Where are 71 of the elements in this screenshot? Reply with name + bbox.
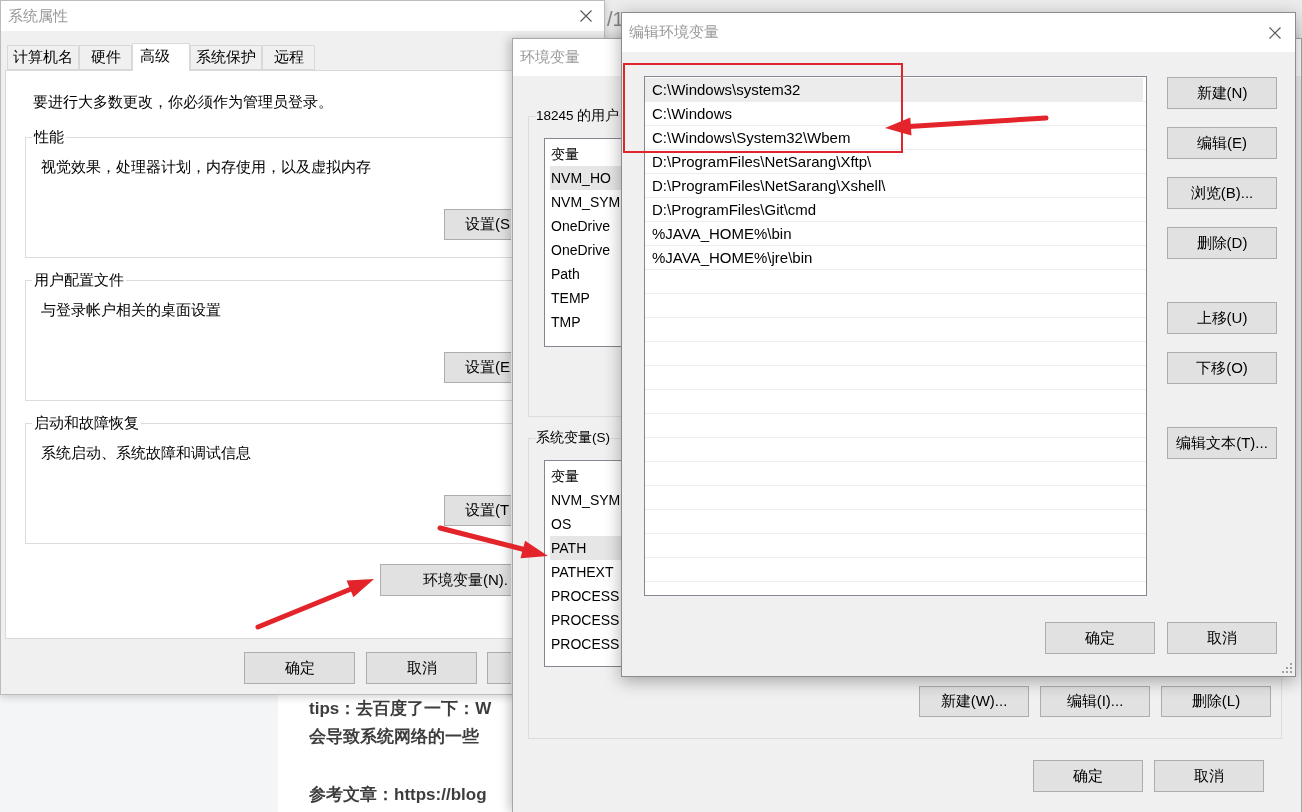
group-title: 性能	[32, 127, 65, 147]
variable-row[interactable]: TEMP	[550, 286, 621, 310]
variable-row[interactable]: NVM_SYM	[550, 488, 621, 512]
path-entry[interactable]: D:\ProgramFiles\NetSarang\Xftp\	[645, 150, 872, 174]
path-entry[interactable]: C:\Windows\system32	[645, 78, 1143, 102]
path-entry[interactable]: %JAVA_HOME%\bin	[645, 222, 792, 246]
variable-row[interactable]: PATH	[550, 536, 621, 560]
dialog-button[interactable]: 取消	[366, 652, 477, 684]
path-entry[interactable]: D:\ProgramFiles\NetSarang\Xshell\	[645, 174, 886, 198]
environment-variables-button[interactable]: 环境变量(N).	[380, 564, 511, 596]
path-list[interactable]: C:\Windows\system32 C:\Windows C:\Windows\System32\Wbem D:\ProgramFiles\NetSarang\Xftp\ D:\ProgramFiles\NetSarang\Xshell\ D:\ProgramFiles\Git\cmd %JAVA_HOME%\bin %JAVA_HOME%\jre\bin	[644, 76, 1147, 596]
article-text: 参考文章：https://blog	[309, 784, 487, 806]
variable-row[interactable]: OneDrive	[550, 214, 621, 238]
group-description: 与登录帐户相关的桌面设置	[41, 300, 221, 320]
variable-row[interactable]: Path	[550, 262, 621, 286]
group-description: 系统启动、系统故障和调试信息	[41, 443, 251, 463]
article-text: tips：去百度了一下：W	[309, 698, 492, 720]
variable-row[interactable]: OneDrive	[550, 238, 621, 262]
notice-text: 要进行大多数更改，你必须作为管理员登录。	[32, 92, 333, 112]
list-action-button[interactable]: 新建(N)	[1167, 77, 1277, 109]
article-text: 会导致系统网络的一些	[309, 726, 479, 748]
variable-list[interactable]: 变量 NVM_SYM OS PATH PATHEXT PROCESS PROCESS PROCESS	[544, 460, 621, 667]
group-title: 启动和故障恢复	[33, 413, 140, 433]
list-action-button[interactable]: 编辑文本(T)...	[1167, 427, 1277, 459]
variable-row[interactable]: PROCESS	[550, 632, 621, 656]
variable-list[interactable]: 变量 NVM_HO NVM_SYM OneDrive OneDrive Path TEMP TMP	[544, 138, 621, 347]
tab[interactable]: 硬件	[79, 45, 132, 70]
settings-button[interactable]: 设置(E	[444, 352, 511, 383]
variable-row[interactable]: PATHEXT	[550, 560, 621, 584]
dialog-button[interactable]: 取消	[1154, 760, 1264, 792]
tab[interactable]: 远程	[262, 45, 315, 70]
window-title: 环境变量	[520, 48, 580, 67]
group-title: 18245 的用户	[536, 107, 620, 125]
path-entry[interactable]: D:\ProgramFiles\Git\cmd	[645, 198, 817, 222]
column-header[interactable]: 变量	[550, 464, 621, 488]
group-title: 用户配置文件	[33, 270, 125, 290]
variable-row[interactable]: NVM_HO	[550, 166, 621, 190]
variable-row[interactable]: PROCESS	[550, 584, 621, 608]
group-title: 系统变量(S)	[536, 429, 610, 447]
path-entry[interactable]: C:\Windows\System32\Wbem	[645, 126, 851, 150]
settings-button[interactable]: 设置(S	[444, 209, 511, 240]
path-entry[interactable]: C:\Windows	[645, 102, 733, 126]
close-icon[interactable]	[580, 10, 592, 22]
variable-row[interactable]: NVM_SYM	[550, 190, 621, 214]
list-action-button[interactable]: 浏览(B)...	[1167, 177, 1277, 209]
list-action-button[interactable]: 删除(D)	[1167, 227, 1277, 259]
variable-action-button[interactable]: 编辑(I)...	[1040, 686, 1150, 717]
list-action-button[interactable]: 上移(U)	[1167, 302, 1277, 334]
group-description: 视觉效果，处理器计划，内存使用，以及虚拟内存	[41, 157, 371, 177]
settings-button[interactable]: 设置(T	[444, 495, 511, 526]
tab[interactable]: 计算机名	[7, 45, 79, 70]
column-header[interactable]: 变量	[550, 142, 621, 166]
variable-action-button[interactable]: 删除(L)	[1161, 686, 1271, 717]
variable-row[interactable]: OS	[550, 512, 621, 536]
path-entry[interactable]: %JAVA_HOME%\jre\bin	[645, 246, 813, 270]
window-title: 编辑环境变量	[629, 23, 719, 42]
variable-row[interactable]: TMP	[550, 310, 621, 334]
list-action-button[interactable]: 下移(O)	[1167, 352, 1277, 384]
header-text: /1	[607, 8, 624, 30]
tab[interactable]: 系统保护	[190, 45, 262, 70]
window-title: 系统属性	[8, 6, 68, 26]
dialog-button[interactable]: 取消	[1167, 622, 1277, 654]
close-icon[interactable]	[1269, 26, 1281, 39]
variable-action-button[interactable]: 新建(W)...	[919, 686, 1029, 717]
list-action-button[interactable]: 编辑(E)	[1167, 127, 1277, 159]
dialog-button[interactable]: 确定	[244, 652, 355, 684]
tab[interactable]: 高级	[132, 43, 190, 71]
variable-row[interactable]: PROCESS	[550, 608, 621, 632]
dialog-button[interactable]: 确定	[1033, 760, 1143, 792]
dialog-button[interactable]: 确定	[1045, 622, 1155, 654]
resize-grip-icon[interactable]	[1282, 663, 1292, 673]
